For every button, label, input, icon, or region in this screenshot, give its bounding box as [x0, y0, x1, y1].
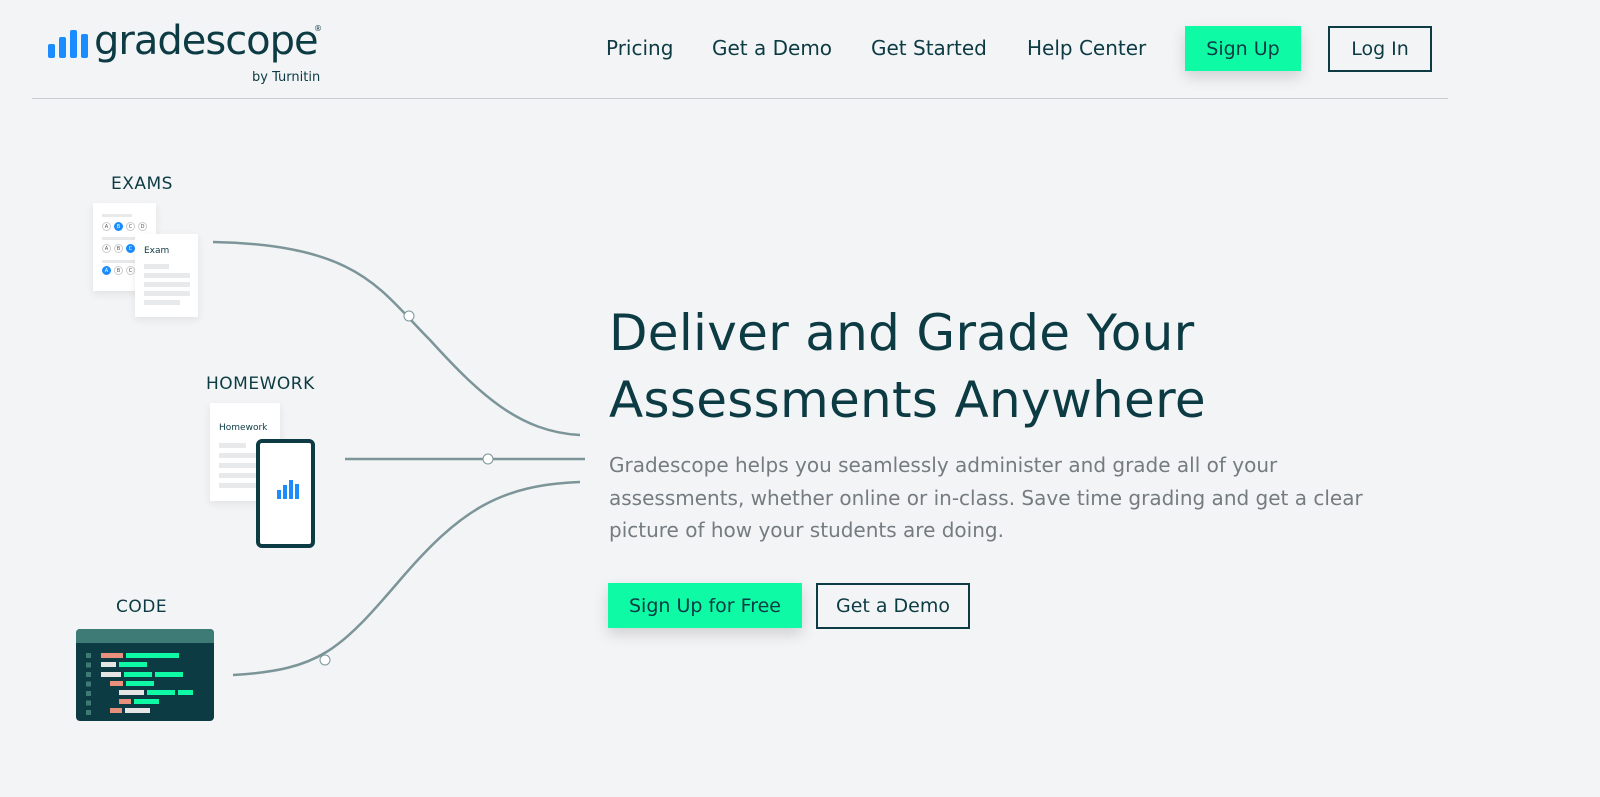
- exam-doc: Exam: [135, 234, 198, 317]
- sign-up-free-button[interactable]: Sign Up for Free: [608, 583, 802, 628]
- code-label: CODE: [116, 597, 168, 617]
- hero-title-line-1: Deliver and Grade Your: [609, 304, 1195, 362]
- nav-pricing[interactable]: Pricing: [606, 36, 673, 60]
- connector-dot: [403, 310, 415, 322]
- sign-up-button[interactable]: Sign Up: [1185, 26, 1301, 71]
- hero-description: Gradescope helps you seamlessly administ…: [609, 453, 1363, 542]
- nav-help-center[interactable]: Help Center: [1027, 36, 1146, 60]
- exams-label: EXAMS: [111, 174, 173, 194]
- phone-icon: [256, 439, 315, 548]
- homework-label: HOMEWORK: [206, 374, 315, 394]
- code-editor-icon: [76, 629, 214, 721]
- connector-dot: [482, 453, 494, 465]
- log-in-button[interactable]: Log In: [1328, 26, 1432, 72]
- homework-doc-title: Homework: [219, 423, 268, 433]
- chart-bars-icon: [277, 480, 299, 499]
- exam-doc-title: Exam: [144, 246, 170, 256]
- hero-title-line-2: Assessments Anywhere: [609, 371, 1206, 429]
- nav-get-started[interactable]: Get Started: [871, 36, 987, 60]
- connector-dot: [319, 654, 331, 666]
- nav-get-a-demo[interactable]: Get a Demo: [712, 36, 832, 60]
- hero-title: Deliver and Grade Your Assessments Anywhe…: [609, 300, 1206, 434]
- get-demo-button[interactable]: Get a Demo: [816, 583, 970, 629]
